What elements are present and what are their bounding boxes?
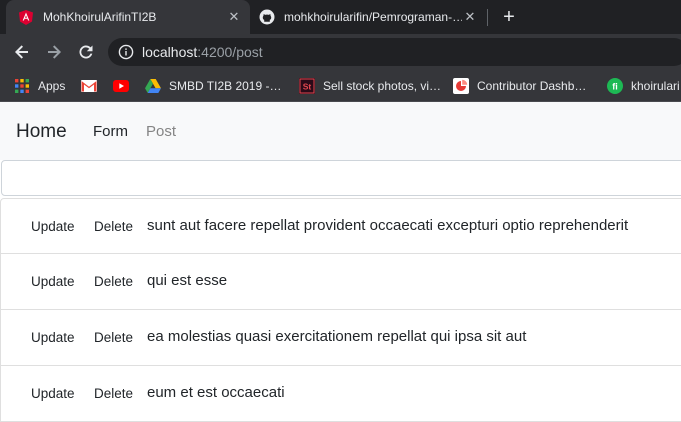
svg-text:St: St — [303, 81, 312, 91]
bookmark-youtube[interactable] — [113, 70, 137, 101]
post-title: ea molestias quasi exercitationem repell… — [147, 328, 527, 345]
browser-toolbar: localhost:4200/post — [0, 34, 681, 70]
post-title: sunt aut facere repellat provident occae… — [147, 217, 629, 234]
navbar-brand[interactable]: Home — [16, 121, 67, 143]
github-icon — [259, 9, 275, 25]
google-drive-icon — [145, 78, 161, 94]
list-item: Update Delete ea molestias quasi exercit… — [0, 310, 681, 366]
list-item: Update Delete eum et est occaecati — [0, 366, 681, 422]
tab-active[interactable]: MohKhoirulArifinTI2B ✕ — [6, 0, 250, 34]
delete-button[interactable]: Delete — [94, 219, 133, 234]
apps-grid-icon — [14, 78, 30, 94]
update-button[interactable]: Update — [31, 274, 75, 289]
tab-title: MohKhoirulArifinTI2B — [43, 10, 157, 24]
contributor-icon — [453, 77, 469, 94]
url-host: localhost — [142, 44, 198, 60]
delete-button[interactable]: Delete — [94, 386, 133, 401]
post-list: Update Delete sunt aut facere repellat p… — [0, 198, 681, 422]
bookmark-adobe-stock[interactable]: St Sell stock photos, vi… — [299, 70, 441, 101]
bookmark-khoirulari[interactable]: fi khoirulari — [607, 70, 680, 101]
update-button[interactable]: Update — [31, 330, 75, 345]
bookmark-label: Apps — [38, 78, 66, 93]
gmail-icon — [81, 78, 97, 94]
youtube-icon — [113, 78, 129, 94]
list-item: Update Delete qui est esse — [0, 254, 681, 310]
nav-link-post[interactable]: Post — [146, 123, 176, 140]
tab-title: mohkhoirularifin/Pemrograman-… — [284, 10, 462, 24]
bookmark-label: Sell stock photos, vi… — [323, 78, 442, 93]
web-page: Home Form Post Update Delete sunt aut fa… — [0, 102, 681, 422]
adobe-stock-icon: St — [299, 77, 315, 94]
forward-arrow-icon[interactable] — [43, 41, 65, 63]
bookmark-label: SMBD TI2B 2019 -… — [169, 78, 282, 93]
tab-strip: MohKhoirulArifinTI2B ✕ mohkhoirularifin/… — [0, 0, 681, 34]
navbar: Home Form Post — [0, 102, 681, 160]
url-text: localhost:4200/post — [142, 44, 263, 60]
address-bar[interactable]: localhost:4200/post — [108, 38, 681, 66]
back-arrow-icon[interactable] — [11, 41, 33, 63]
update-button[interactable]: Update — [31, 386, 75, 401]
bookmarks-bar: Apps SMBD TI2B 2019 -… St Sell stock pho… — [0, 70, 681, 102]
new-tab-button[interactable]: + — [499, 6, 519, 28]
angular-icon — [18, 9, 34, 25]
bookmark-apps[interactable]: Apps — [14, 70, 65, 101]
close-tab-icon[interactable]: ✕ — [462, 9, 478, 25]
fi-icon: fi — [607, 77, 623, 94]
search-input[interactable] — [1, 160, 681, 196]
reload-icon[interactable] — [75, 41, 97, 63]
url-path: :4200/post — [197, 44, 263, 60]
tab-inactive[interactable]: mohkhoirularifin/Pemrograman-… ✕ — [250, 0, 486, 34]
post-title: qui est esse — [147, 272, 228, 289]
list-item: Update Delete sunt aut facere repellat p… — [0, 198, 681, 254]
tab-divider — [487, 9, 488, 26]
bookmark-contributor[interactable]: Contributor Dashb… — [453, 70, 586, 101]
info-icon[interactable] — [118, 44, 134, 60]
bookmark-label: khoirulari — [631, 78, 680, 93]
post-title: eum et est occaecati — [147, 384, 285, 401]
nav-link-form[interactable]: Form — [93, 123, 128, 140]
bookmark-gmail[interactable] — [81, 70, 105, 101]
close-tab-icon[interactable]: ✕ — [226, 9, 242, 25]
delete-button[interactable]: Delete — [94, 330, 133, 345]
update-button[interactable]: Update — [31, 219, 75, 234]
bookmark-smbd[interactable]: SMBD TI2B 2019 -… — [145, 70, 282, 101]
bookmark-label: Contributor Dashb… — [477, 78, 587, 93]
svg-text:fi: fi — [612, 81, 618, 91]
delete-button[interactable]: Delete — [94, 274, 133, 289]
